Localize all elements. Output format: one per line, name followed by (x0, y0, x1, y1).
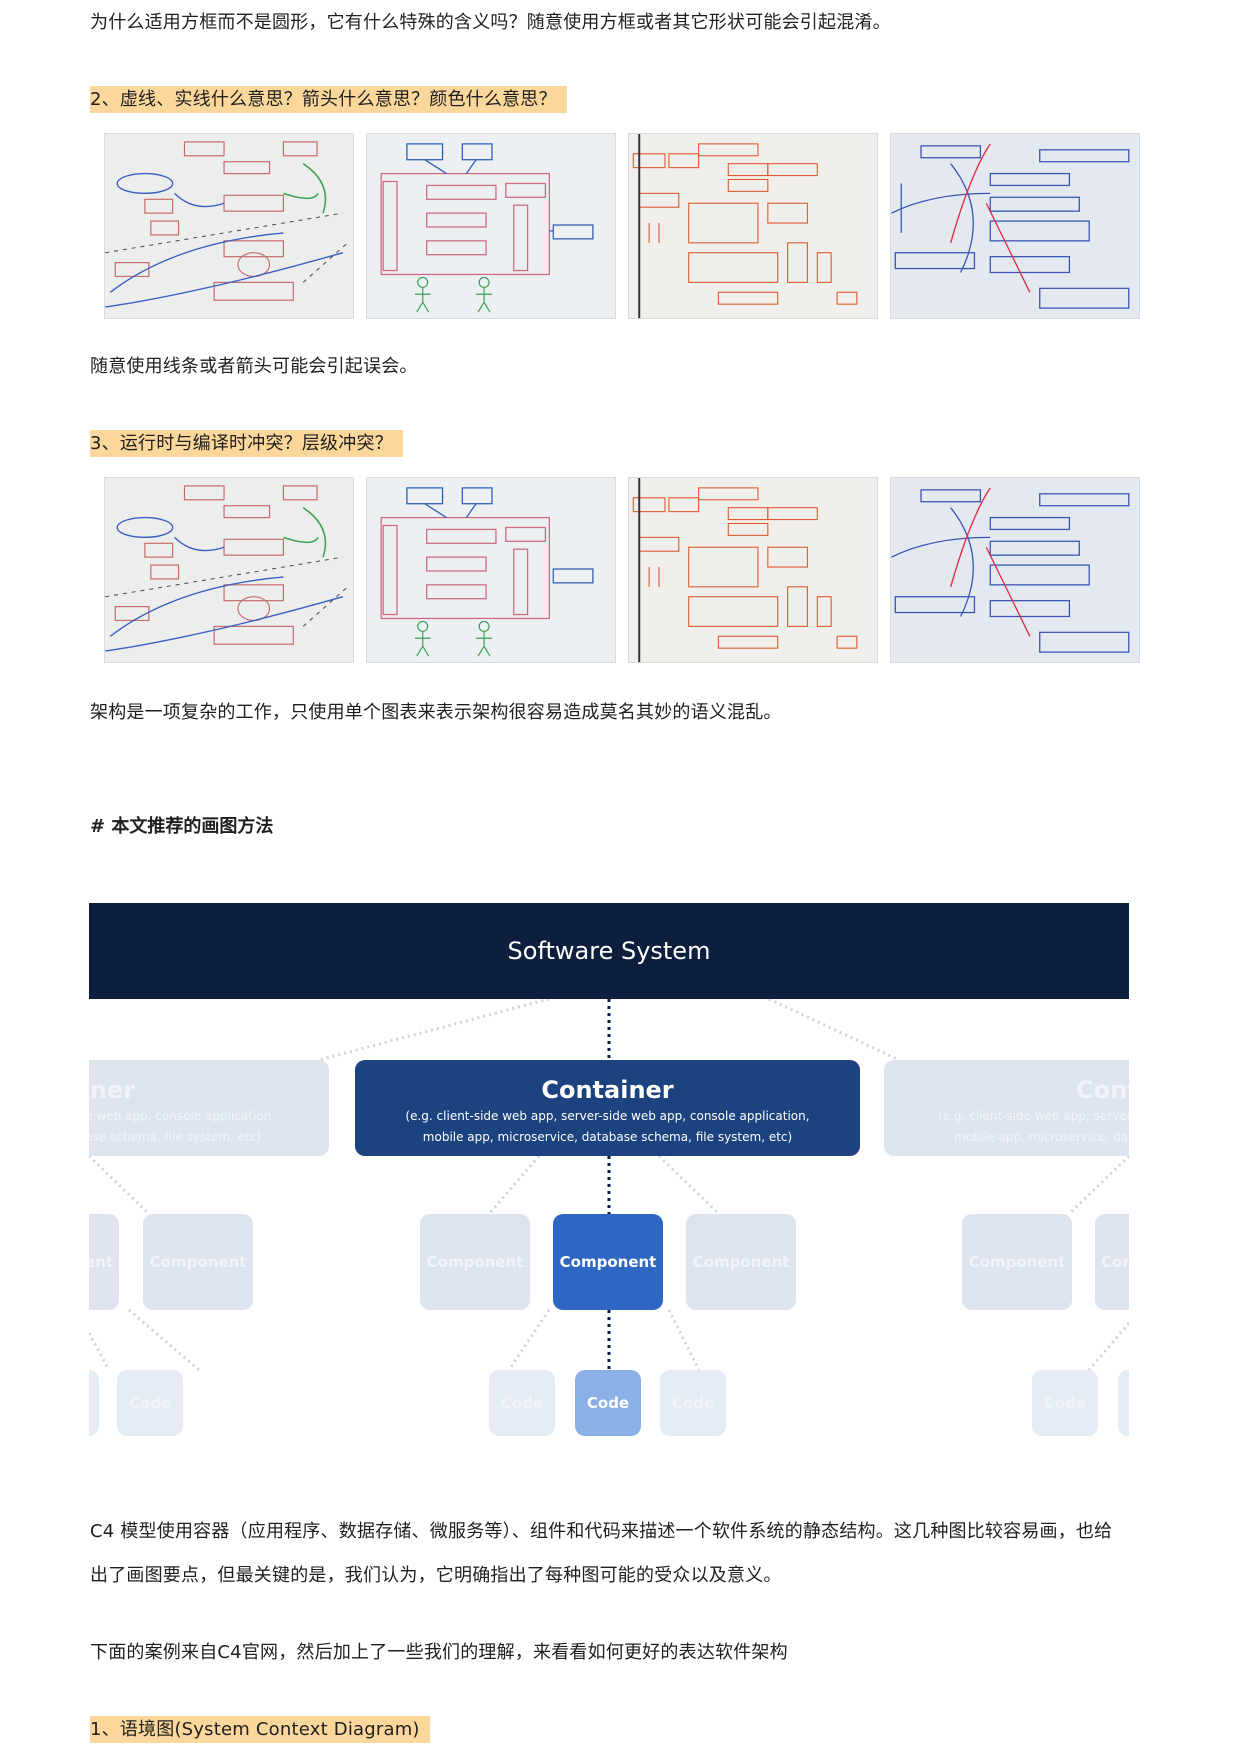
heading-conflicts: 3、运行时与编译时冲突？层级冲突？ (90, 430, 403, 457)
container-desc: ase schema, file system, etc) (89, 1130, 261, 1144)
code-box: Code (117, 1370, 183, 1436)
container-desc: mobile app, microservice, database schem… (422, 1130, 793, 1144)
code-box: Code (489, 1370, 555, 1436)
paragraph-shapes: 为什么适用方框而不是圆形，它有什么特殊的含义吗？随意使用方框或者其它形状可能会引… (90, 12, 891, 33)
container-desc: e web app, console application, (89, 1109, 275, 1123)
container-box-right: Cont (e.g. client-side web app, server- … (884, 1060, 1129, 1156)
component-box: Cor (1095, 1214, 1129, 1310)
whiteboard-photo (366, 477, 616, 663)
paragraph-c4-line2: 出了画图要点，但最关键的是，我们认为，它明确指出了每种图可能的受众以及意义。 (90, 1565, 782, 1586)
code-box: Code (660, 1370, 726, 1436)
code-box: Code (1032, 1370, 1098, 1436)
whiteboard-photo (890, 477, 1140, 663)
component-box: Component (143, 1214, 253, 1310)
paragraph-lines: 随意使用线条或者箭头可能会引起误会。 (90, 356, 418, 377)
heading-system-context: 1、语境图(System Context Diagram) (90, 1716, 430, 1743)
highlight: 3、运行时与编译时冲突？层级冲突？ (90, 430, 403, 457)
software-system-box: Software System (89, 903, 1129, 999)
component-box: Component (686, 1214, 796, 1310)
container-title: iner (89, 1076, 135, 1104)
component-box: Component (962, 1214, 1072, 1310)
container-desc: (e.g. client-side web app, server- (938, 1109, 1129, 1123)
component-box: Component (420, 1214, 530, 1310)
heading-lines-arrows: 2、虚线、实线什么意思？箭头什么意思？颜色什么意思？ (90, 86, 567, 113)
whiteboard-photo (104, 133, 354, 319)
container-title: Container (541, 1076, 674, 1104)
code-box (89, 1370, 99, 1436)
container-title: Cont (1076, 1076, 1129, 1104)
c4-model-diagram: Software System iner e web app, console … (89, 903, 1129, 1438)
container-desc: (e.g. client-side web app, server-side w… (405, 1109, 810, 1123)
whiteboard-photo (366, 133, 616, 319)
code-box (1118, 1370, 1129, 1436)
paragraph-architecture: 架构是一项复杂的工作，只使用单个图表来表示架构很容易造成莫名其妙的语义混乱。 (90, 702, 782, 723)
whiteboard-photo (628, 477, 878, 663)
container-box-left: iner e web app, console application, ase… (89, 1060, 329, 1156)
whiteboard-photos-2 (104, 477, 1140, 663)
highlight: 2、虚线、实线什么意思？箭头什么意思？颜色什么意思？ (90, 86, 567, 113)
component-box-active: Component (553, 1214, 663, 1310)
whiteboard-photo (890, 133, 1140, 319)
component-box: ent (89, 1214, 119, 1310)
whiteboard-photo (104, 477, 354, 663)
highlight: 1、语境图(System Context Diagram) (90, 1716, 430, 1743)
section-heading: # 本文推荐的画图方法 (90, 816, 274, 837)
code-box-active: Code (575, 1370, 641, 1436)
paragraph-c4-line1: C4 模型使用容器（应用程序、数据存储、微服务等）、组件和代码来描述一个软件系统… (90, 1521, 1113, 1542)
whiteboard-photos-1 (104, 133, 1140, 319)
container-desc: mobile app, microservice, da (954, 1130, 1128, 1144)
container-box: Container (e.g. client-side web app, ser… (355, 1060, 860, 1156)
whiteboard-photo (628, 133, 878, 319)
paragraph-examples: 下面的案例来自C4官网，然后加上了一些我们的理解，来看看如何更好的表达软件架构 (90, 1642, 788, 1663)
